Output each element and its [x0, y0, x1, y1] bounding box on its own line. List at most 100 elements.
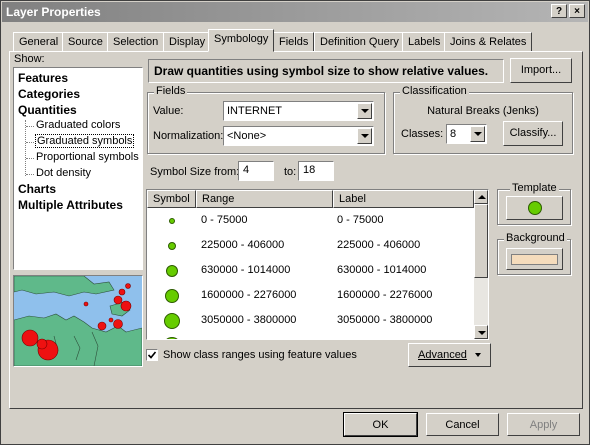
label-cell[interactable]: 1600000 - 2276000: [337, 289, 432, 301]
title-bar[interactable]: Layer Properties: [2, 2, 588, 22]
import-button[interactable]: Import...: [510, 58, 572, 83]
help-button[interactable]: ?: [551, 4, 567, 18]
symbol-size-from-label: Symbol Size from:: [150, 166, 240, 178]
tree-connector: [26, 158, 34, 159]
range-cell: 225000 - 406000: [201, 239, 285, 251]
label-cell[interactable]: 225000 - 406000: [337, 239, 420, 251]
symbol-swatch[interactable]: [164, 313, 180, 329]
fields-legend: Fields: [154, 85, 188, 97]
show-label: Show:: [14, 53, 45, 65]
classes-label: Classes:: [401, 128, 444, 140]
chevron-down-icon[interactable]: [357, 103, 372, 119]
range-cell: 630000 - 1014000: [201, 264, 291, 276]
range-cell: 0 - 75000: [201, 214, 248, 226]
tree-connector: [26, 174, 34, 175]
label-cell[interactable]: 630000 - 1014000: [337, 264, 426, 276]
tab-joins-relates[interactable]: Joins & Relates: [444, 32, 533, 51]
tree-item-features[interactable]: Features: [18, 71, 68, 85]
table-row[interactable]: 630000 - 1014000 630000 - 1014000: [147, 259, 474, 284]
scroll-up-icon: [478, 195, 486, 199]
table-row[interactable]: 3050000 - 3800000 3050000 - 3800000: [147, 309, 474, 334]
symbol-swatch[interactable]: [169, 218, 175, 224]
advanced-button[interactable]: Advanced: [408, 343, 491, 367]
table-row[interactable]: 225000 - 406000 225000 - 406000: [147, 234, 474, 259]
table-scrollbar[interactable]: [474, 190, 488, 339]
range-cell: 1600000 - 2276000: [201, 289, 297, 301]
symbol-swatch[interactable]: [165, 289, 179, 303]
normalization-selected: <None>: [227, 130, 267, 142]
value-selected: INTERNET: [227, 105, 282, 117]
classify-button[interactable]: Classify...: [503, 121, 563, 146]
map-preview-image: [14, 276, 142, 366]
tab-display[interactable]: Display: [163, 32, 212, 51]
tree-item-categories[interactable]: Categories: [18, 87, 80, 101]
symbol-swatch[interactable]: [163, 337, 181, 339]
tree-item-proportional-symbols[interactable]: Proportional symbols: [36, 151, 139, 163]
normalization-dropdown[interactable]: <None>: [223, 126, 374, 146]
tab-source[interactable]: Source: [62, 32, 109, 51]
table-row[interactable]: 1600000 - 2276000 1600000 - 2276000: [147, 284, 474, 309]
header-label[interactable]: Label: [333, 190, 474, 208]
header-symbol[interactable]: Symbol: [147, 190, 196, 208]
show-tree[interactable]: Features Categories Quantities Graduated…: [13, 67, 143, 270]
template-symbol-button[interactable]: [506, 196, 563, 220]
background-symbol-button[interactable]: [506, 248, 563, 270]
tab-selection[interactable]: Selection: [107, 32, 165, 51]
classes-dropdown[interactable]: 8: [446, 124, 487, 144]
cancel-button[interactable]: Cancel: [426, 413, 499, 436]
symbol-swatch[interactable]: [166, 265, 178, 277]
classes-table[interactable]: Symbol Range Label 0 - 75000 0 - 75000 2…: [146, 189, 489, 340]
apply-button[interactable]: Apply: [507, 413, 580, 436]
tree-item-dot-density[interactable]: Dot density: [36, 167, 91, 179]
scroll-up-button[interactable]: [474, 190, 488, 204]
value-dropdown[interactable]: INTERNET: [223, 101, 374, 121]
template-symbol-swatch: [528, 201, 542, 215]
range-cell: 3050000 - 3800000: [201, 314, 297, 326]
background-legend: Background: [504, 232, 567, 244]
classes-selected: 8: [450, 128, 457, 140]
value-label: Value:: [153, 105, 184, 117]
scroll-down-icon: [478, 331, 486, 335]
tree-item-charts[interactable]: Charts: [18, 182, 56, 196]
header-range[interactable]: Range: [196, 190, 333, 208]
tab-definition-query[interactable]: Definition Query: [314, 32, 405, 51]
tree-connector: [26, 126, 34, 127]
tab-fields[interactable]: Fields: [273, 32, 315, 51]
template-legend: Template: [510, 182, 559, 194]
label-cell[interactable]: 0 - 75000: [337, 214, 383, 226]
tree-item-multiple-attributes[interactable]: Multiple Attributes: [18, 198, 123, 212]
description-text: Draw quantities using symbol size to sho…: [148, 59, 504, 83]
scroll-down-button[interactable]: [474, 325, 488, 339]
background-color-swatch: [511, 254, 558, 265]
tree-item-graduated-colors[interactable]: Graduated colors: [36, 119, 120, 131]
symbol-size-from-input[interactable]: 4: [238, 161, 274, 181]
symbol-size-to-input[interactable]: 18: [298, 161, 334, 181]
tree-connector: [25, 120, 26, 176]
tab-symbology[interactable]: Symbology: [208, 29, 275, 52]
symbol-size-to-label: to:: [284, 166, 297, 178]
table-row[interactable]: [147, 334, 474, 339]
symbol-swatch[interactable]: [168, 242, 176, 250]
label-cell[interactable]: 3050000 - 3800000: [337, 314, 432, 326]
tab-labels[interactable]: Labels: [402, 32, 447, 51]
layer-properties-window: Layer Properties ? × General Source Sele…: [0, 0, 590, 445]
chevron-down-icon: [475, 353, 481, 358]
tab-general[interactable]: General: [13, 32, 65, 51]
tree-item-quantities[interactable]: Quantities: [18, 103, 77, 117]
checkmark-icon: [147, 351, 157, 359]
map-preview: [13, 275, 143, 367]
window-title: Layer Properties: [6, 5, 101, 19]
close-button[interactable]: ×: [569, 4, 585, 18]
normalization-label: Normalization:: [153, 130, 224, 142]
chevron-down-icon[interactable]: [470, 126, 485, 142]
show-class-ranges-checkbox[interactable]: [146, 349, 158, 361]
scroll-thumb[interactable]: [474, 204, 488, 278]
classification-legend: Classification: [400, 85, 469, 97]
advanced-label: Advanced: [418, 349, 467, 361]
classification-method: Natural Breaks (Jenks): [427, 105, 539, 117]
show-class-ranges-label[interactable]: Show class ranges using feature values: [163, 349, 357, 361]
tree-item-graduated-symbols[interactable]: Graduated symbols: [34, 134, 135, 148]
table-row[interactable]: 0 - 75000 0 - 75000: [147, 209, 474, 234]
ok-button[interactable]: OK: [343, 412, 418, 437]
chevron-down-icon[interactable]: [357, 128, 372, 144]
